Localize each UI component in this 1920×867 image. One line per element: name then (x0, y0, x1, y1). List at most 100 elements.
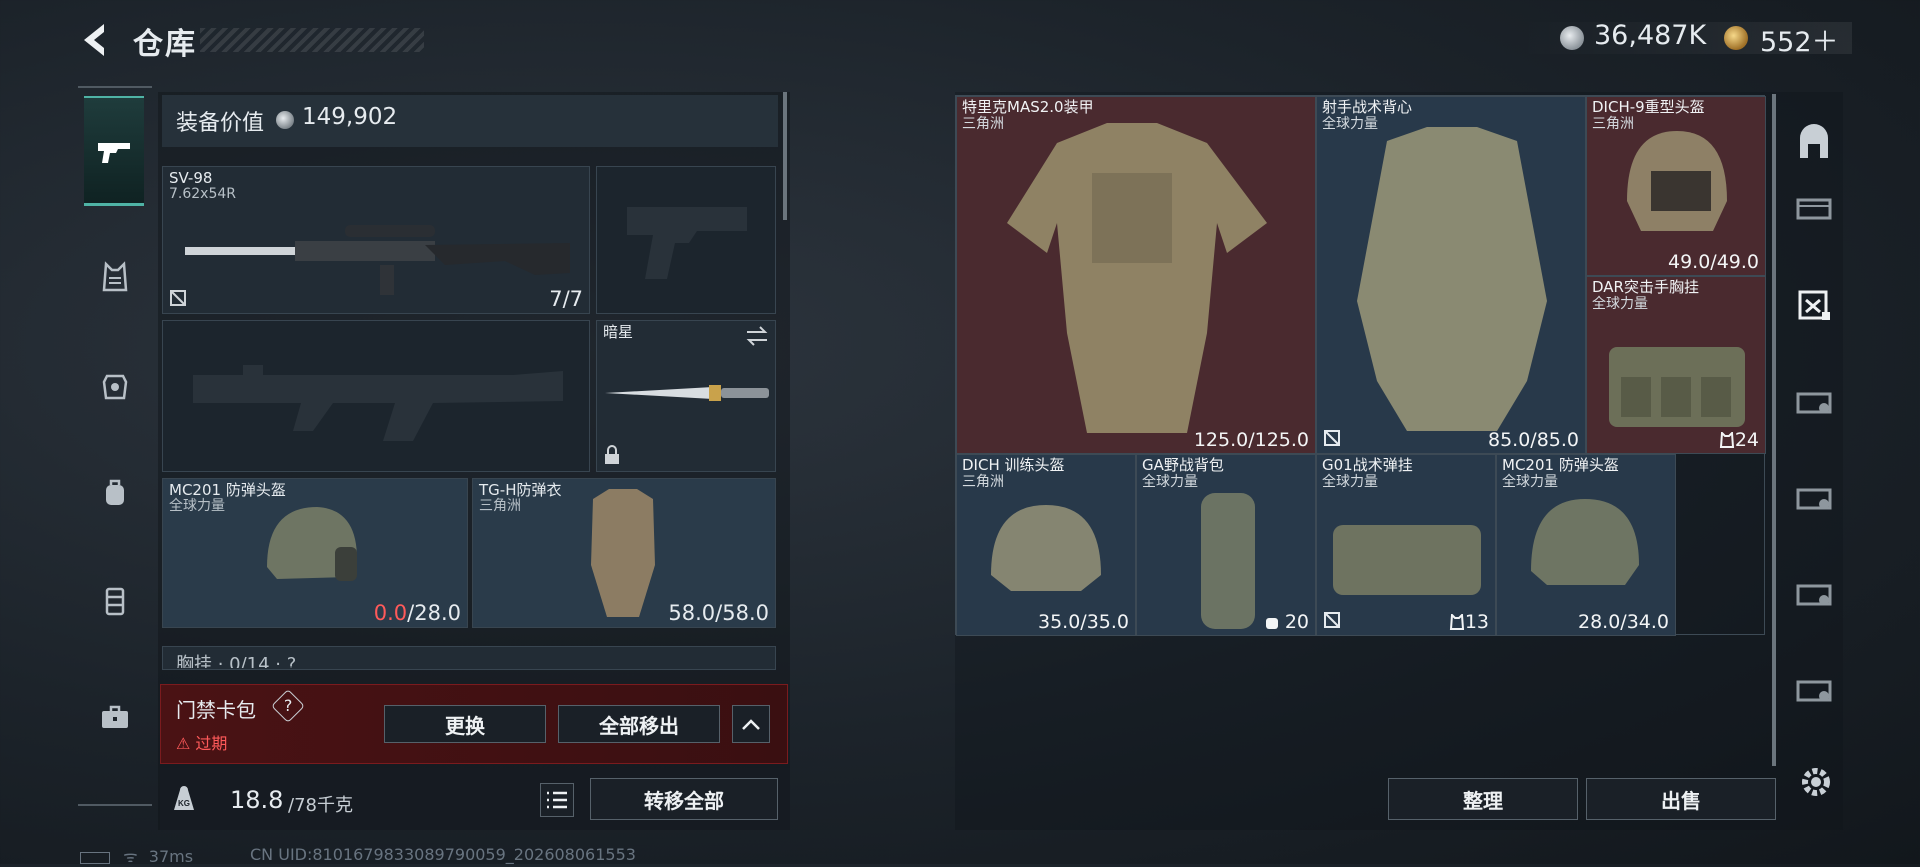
sort-button[interactable]: 整理 (1388, 778, 1578, 820)
tab-storage-home[interactable] (1788, 116, 1840, 168)
weight-icon-text: KG (178, 799, 190, 808)
grid-item-armor-mas[interactable]: 特里克MAS2.0装甲 三角洲 125.0/125.0 (956, 96, 1316, 454)
item-capacity-value: 20 (1284, 611, 1309, 633)
storage-level-icon (1796, 198, 1832, 220)
silver-coin-icon (276, 111, 294, 129)
grid-item-ga-backpack[interactable]: GA野战背包 全球力量 20 (1136, 454, 1316, 636)
ammo-count: 7/7 (549, 287, 583, 311)
storage-scrollbar[interactable] (1772, 94, 1776, 766)
item-faction: 三角洲 (962, 474, 1004, 490)
storage-level-icon (1796, 584, 1832, 606)
equipment-value-amount: 149,902 (302, 104, 398, 130)
replace-button[interactable]: 更换 (384, 705, 546, 743)
tab-storage-4a[interactable] (1788, 374, 1840, 426)
user-uid: CN UID:8101679833089790059_202608061553 (250, 845, 636, 864)
list-view-button[interactable] (540, 783, 574, 817)
heavy-helmet-icon (1627, 131, 1727, 231)
tab-chest-rig[interactable] (86, 572, 144, 630)
list-icon (547, 791, 567, 809)
currency-silver-amount: 36,487K (1594, 20, 1707, 51)
item-capacity: 13 (1449, 611, 1489, 633)
lock-icon (605, 445, 619, 464)
pistol-icon (98, 142, 130, 163)
tactical-vest-icon (1357, 127, 1547, 431)
armor-icon (102, 374, 128, 400)
swap-icon[interactable] (745, 325, 769, 347)
helmet-slot[interactable]: MC201 防弹头盔 全球力量 0.0/28.0 (162, 478, 468, 628)
storage-filter-icon (1798, 290, 1830, 320)
storage-level-icon (1796, 488, 1832, 510)
rifle-slot[interactable] (162, 320, 590, 472)
secondary-weapon-slot[interactable] (596, 166, 776, 314)
tab-storage-selected[interactable] (1788, 278, 1840, 330)
item-name: 射手战术背心 (1322, 98, 1413, 116)
grid-item-mc201-helmet[interactable]: MC201 防弹头盔 全球力量 28.0/34.0 (1496, 454, 1676, 636)
tab-storage-3[interactable] (1788, 180, 1840, 232)
chevron-up-icon (742, 719, 760, 730)
item-capacity-value: 24 (1734, 429, 1759, 451)
grid-item-dich-training-helmet[interactable]: DICH 训练头盔 三角洲 35.0/35.0 (956, 454, 1136, 636)
transfer-all-button[interactable]: 转移全部 (590, 778, 778, 820)
grid-item-dar-chest-rig[interactable]: DAR突击手胸挂 全球力量 24 (1586, 276, 1766, 454)
knife-icon (605, 385, 769, 401)
weapon-name: SV-98 (169, 169, 213, 187)
armor-durability: 58.0/58.0 (668, 601, 769, 625)
helmet-faction: 全球力量 (169, 498, 225, 514)
chest-rig-item-icon (1333, 525, 1481, 595)
collapse-button[interactable] (732, 705, 770, 743)
storage-icon (1800, 124, 1828, 158)
armor-vest-icon (591, 489, 655, 617)
sell-button[interactable]: 出售 (1586, 778, 1776, 820)
settings-button[interactable] (1790, 756, 1842, 808)
help-icon-glyph: ? (283, 696, 293, 715)
item-durability: 49.0/49.0 (1667, 251, 1759, 273)
tab-storage-5[interactable] (1788, 662, 1840, 714)
duffel-backpack-icon (1201, 493, 1255, 629)
grid-item-marksman-vest[interactable]: 射手战术背心 全球力量 85.0/85.0 (1316, 96, 1586, 454)
tabs-divider-bottom (78, 804, 152, 806)
no-insure-icon (1324, 430, 1340, 446)
loadout-scrollbar[interactable] (783, 92, 787, 220)
left-tab-bar (78, 88, 152, 804)
tab-storage-4b[interactable] (1788, 470, 1840, 522)
helmet-durability: 0.0/28.0 (374, 601, 461, 625)
primary-weapon-slot[interactable]: SV-98 7.62x54R 7/7 (162, 166, 590, 314)
storage-level-icon (1796, 680, 1832, 702)
item-name: GA野战背包 (1142, 456, 1224, 474)
tab-armor[interactable] (86, 358, 144, 416)
title-decoration (200, 28, 424, 52)
helmet-durability-current: 0.0 (373, 601, 408, 625)
tab-vest[interactable] (86, 248, 144, 306)
page-title: 仓库 (133, 27, 197, 62)
weight-icon: KG (174, 786, 194, 810)
ping-value: 37ms (148, 847, 194, 866)
carry-weight: 18.8 (230, 786, 284, 814)
melee-slot[interactable]: 暗星 (596, 320, 776, 472)
vest-small-icon (1719, 430, 1734, 448)
item-capacity: 20 (1265, 611, 1309, 633)
back-arrow-icon[interactable] (78, 20, 112, 60)
chest-rig-icon (105, 587, 125, 616)
item-faction: 全球力量 (1592, 296, 1648, 312)
grid-item-g01-chest-rig[interactable]: G01战术弹挂 全球力量 13 (1316, 454, 1496, 636)
tab-storage-4c[interactable] (1788, 566, 1840, 618)
body-armor-slot[interactable]: TG-H防弹衣 三角洲 58.0/58.0 (472, 478, 776, 628)
expired-warning: ⚠ 过期 (176, 734, 228, 753)
grid-item-dich9-helmet[interactable]: DICH-9重型头盔 三角洲 49.0/49.0 (1586, 96, 1766, 276)
melee-name: 暗星 (603, 323, 634, 341)
tab-case[interactable] (86, 688, 144, 746)
armor-faction: 三角洲 (479, 498, 521, 514)
tab-backpack[interactable] (86, 464, 144, 522)
wifi-icon: ᯤ (123, 847, 138, 866)
storage-level-icon (1796, 392, 1832, 414)
item-name: DICH-9重型头盔 (1592, 98, 1705, 116)
remove-all-button[interactable]: 全部移出 (558, 705, 720, 743)
tab-weapon[interactable] (84, 96, 144, 206)
heavy-armor-icon (1007, 123, 1267, 433)
silver-coin-icon (1560, 26, 1584, 50)
currency-gold-amount[interactable]: 552＋ (1760, 20, 1839, 59)
helmet-icon (1531, 499, 1639, 585)
briefcase-icon (102, 705, 128, 728)
item-durability: 28.0/34.0 (1577, 611, 1669, 633)
storage-grid: 特里克MAS2.0装甲 三角洲 125.0/125.0 射手战术背心 全球力量 … (955, 95, 1766, 636)
